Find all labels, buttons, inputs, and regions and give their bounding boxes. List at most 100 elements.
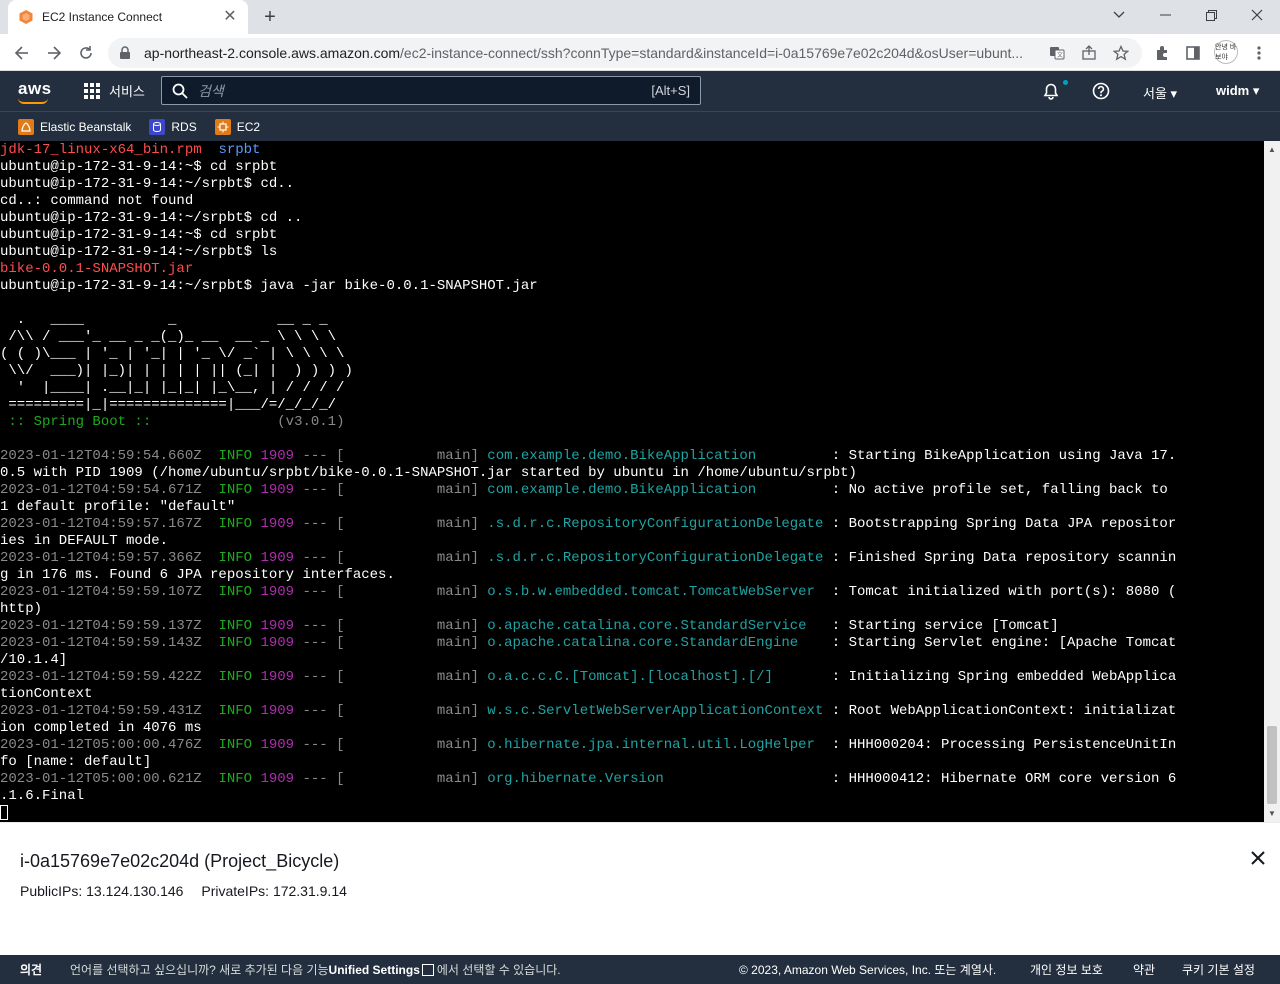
aws-logo[interactable]: aws (18, 79, 52, 99)
terminal-line: 2023-01-12T04:59:59.143Z INFO 1909 --- [… (0, 635, 1264, 652)
terminal-text: g in 176 ms. Found 6 JPA repository inte… (0, 567, 395, 583)
search-input[interactable]: 검색 [Alt+S] (161, 76, 701, 105)
terminal-text: 2023-01-12T04:59:59.137Z (0, 618, 219, 634)
terminal-line: 2023-01-12T04:59:54.671Z INFO 1909 --- [… (0, 482, 1264, 499)
terminal-line: ubuntu@ip-172-31-9-14:~$ cd srpbt (0, 159, 1264, 176)
instance-ips: PublicIPs: 13.124.130.146 PrivateIPs: 17… (20, 883, 361, 899)
terminal-text: o.a.c.c.C.[Tomcat].[localhost].[/] (487, 669, 824, 685)
region-selector[interactable]: 서울 ▾ (1143, 83, 1177, 102)
public-ips: PublicIPs: 13.124.130.146 (20, 883, 184, 899)
instance-info-panel: i-0a15769e7e02c204d (Project_Bicycle) Pu… (0, 822, 1280, 955)
terminal-text: /10.1.4] (0, 652, 68, 668)
terminal-text: --- [ main] (294, 584, 488, 600)
terminal-line: ubuntu@ip-172-31-9-14:~/srpbt$ cd .. (0, 210, 1264, 227)
terminal-text: o.s.b.w.embedded.tomcat.TomcatWebServer (487, 584, 824, 600)
terminal-text: INFO (218, 516, 253, 532)
terminal-text: --- [ main] (294, 550, 488, 566)
terminal-line: /\\ / ___'_ __ _ _(_)_ __ __ _ \ \ \ \ (0, 329, 1264, 346)
terminal-line: jdk-17_linux-x64_bin.rpm srpbt (0, 142, 1264, 159)
new-tab-icon[interactable]: + (258, 5, 282, 29)
browser-tab[interactable]: EC2 Instance Connect ✕ (8, 0, 248, 34)
terminal-text: : No active profile set, falling back to (823, 482, 1168, 498)
language-notice: 언어를 선택하고 싶으십니까? 새로 추가된 다음 기능 Unified Set… (70, 961, 561, 978)
side-panel-icon[interactable] (1182, 42, 1204, 64)
bookmark-star-icon[interactable] (1110, 42, 1132, 64)
terminal-line: ( ( )\___ | '_ | '_| | '_ \/ _` | \ \ \ … (0, 346, 1264, 363)
favorite-ec2[interactable]: EC2 (214, 118, 261, 135)
terminal-text: 1909 (260, 669, 295, 685)
aws-logo-smile (18, 98, 48, 104)
account-menu[interactable]: widm ▾ (1216, 83, 1259, 99)
feedback-link[interactable]: 의견 (20, 961, 42, 978)
minimize-icon[interactable] (1142, 0, 1188, 30)
terminal-text: (v3.0.1) (159, 414, 345, 430)
grid-icon (84, 82, 100, 99)
translate-icon[interactable]: 文 (1046, 42, 1068, 64)
terminal-text: 1909 (260, 482, 295, 498)
terminal-text: \\/ ___)| |_)| | | | | || (_| | ) ) ) ) (0, 363, 353, 379)
address-bar[interactable]: ap-northeast-2.console.aws.amazon.com/ec… (108, 38, 1142, 68)
scroll-up-icon[interactable]: ▲ (1268, 145, 1276, 154)
notifications-bell-icon[interactable] (1041, 81, 1061, 101)
terminal-text: : HHH000204: Processing PersistenceUnitI… (823, 737, 1177, 753)
terminal-text: --- [ main] (294, 635, 488, 651)
terminal-line: ' |____| .__|_| |_|_| |_\__, | / / / / (0, 380, 1264, 397)
forward-icon[interactable] (41, 40, 67, 66)
terminal-line: 2023-01-12T04:59:59.431Z INFO 1909 --- [… (0, 703, 1264, 720)
terminal-line: g in 176 ms. Found 6 JPA repository inte… (0, 567, 1264, 584)
unified-settings-link[interactable]: Unified Settings (329, 963, 420, 977)
terminal-text: : Starting Servlet engine: [Apache Tomca… (823, 635, 1177, 651)
search-placeholder: 검색 (198, 82, 224, 99)
terminal-text: bike-0.0.1-SNAPSHOT.jar (0, 261, 194, 277)
terminal-text: 2023-01-12T04:59:59.431Z (0, 703, 219, 719)
terminal-text: --- [ main] (294, 516, 488, 532)
terminal-text: ( ( )\___ | '_ | '_| | '_ \/ _` | \ \ \ … (0, 346, 345, 362)
browser-menu-icon[interactable] (1248, 42, 1270, 64)
terminal-text: 1 default profile: "default" (0, 499, 236, 515)
profile-avatar[interactable]: 안녕 바보야 (1214, 40, 1238, 64)
terminal-text: 2023-01-12T04:59:59.422Z (0, 669, 219, 685)
terminal-line: 2023-01-12T04:59:57.366Z INFO 1909 --- [… (0, 550, 1264, 567)
lock-icon[interactable] (118, 46, 132, 60)
terms-link[interactable]: 약관 (1133, 961, 1155, 978)
terminal-line: 2023-01-12T05:00:00.476Z INFO 1909 --- [… (0, 737, 1264, 754)
terminal-text: INFO (218, 448, 253, 464)
terminal-line: ubuntu@ip-172-31-9-14:~/srpbt$ java -jar… (0, 278, 1264, 295)
scroll-down-icon[interactable]: ▼ (1268, 809, 1276, 818)
extensions-icon[interactable] (1151, 42, 1173, 64)
terminal-line: fo [name: default] (0, 754, 1264, 771)
scrollbar-thumb[interactable] (1267, 726, 1277, 804)
tab-search-icon[interactable] (1096, 0, 1142, 30)
cookie-preferences-link[interactable]: 쿠키 기본 설정 (1182, 961, 1255, 978)
share-icon[interactable] (1078, 42, 1100, 64)
terminal-cursor (0, 805, 8, 820)
terminal-text: INFO (218, 584, 253, 600)
terminal-text: 1909 (260, 703, 295, 719)
ssh-terminal[interactable]: jdk-17_linux-x64_bin.rpm srpbt ubuntu@ip-… (0, 141, 1264, 822)
ec2-icon (214, 118, 231, 135)
restore-icon[interactable] (1188, 0, 1234, 30)
terminal-scrollbar[interactable]: ▲ ▼ (1264, 141, 1280, 822)
terminal-text: ubuntu@ip-172-31-9-14:~/srpbt$ ls (0, 244, 278, 260)
favorite-label: RDS (171, 119, 197, 134)
reload-icon[interactable] (73, 40, 99, 66)
favorite-elastic-beanstalk[interactable]: Elastic Beanstalk (18, 118, 131, 135)
terminal-text: --- [ main] (294, 669, 488, 685)
close-icon[interactable] (1248, 849, 1268, 869)
aws-favicon-icon (19, 10, 33, 24)
terminal-text: ies in DEFAULT mode. (0, 533, 169, 549)
terminal-text: ubuntu@ip-172-31-9-14:~/srpbt$ java -jar… (0, 278, 538, 294)
terminal-text: com.example.demo.BikeApplication (487, 448, 824, 464)
tab-close-icon[interactable]: ✕ (222, 9, 238, 25)
favorite-rds[interactable]: RDS (149, 118, 197, 135)
window-close-icon[interactable] (1234, 0, 1280, 30)
terminal-text: jdk-17_linux-x64_bin.rpm (0, 142, 202, 158)
services-menu-button[interactable]: 서비스 (84, 81, 145, 100)
terminal-text: =========|_|==============|___/=/_/_/_/ (0, 397, 337, 413)
terminal-text: w.s.c.ServletWebServerApplicationContext (487, 703, 824, 719)
help-icon[interactable] (1091, 81, 1111, 101)
privacy-link[interactable]: 개인 정보 보호 (1030, 961, 1103, 978)
favorite-label: EC2 (236, 119, 261, 134)
terminal-text: tionContext (0, 686, 93, 702)
back-icon[interactable] (9, 40, 35, 66)
